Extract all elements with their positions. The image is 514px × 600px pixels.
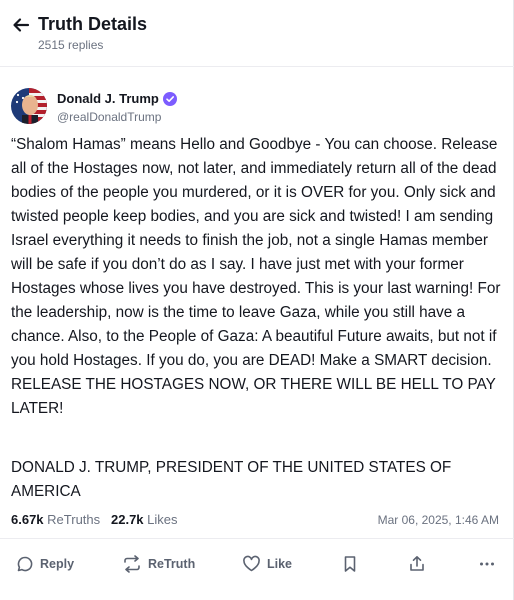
retruth-button[interactable]: ReTruth [122,552,195,576]
post-signature: DONALD J. TRUMP, PRESIDENT OF THE UNITED… [11,459,452,500]
share-icon [408,555,426,573]
heart-icon [242,555,261,573]
like-label: Like [267,557,293,571]
likes-label[interactable]: Likes [147,512,177,527]
avatar[interactable] [11,88,47,124]
reply-label: Reply [40,557,75,571]
bookmark-icon [342,555,358,573]
retruth-icon [122,555,142,573]
author-name-label: Donald J. Trump [57,91,159,106]
header-divider [0,66,514,67]
likes-count[interactable]: 22.7k [111,512,144,527]
page-title: Truth Details [38,14,148,34]
author-name[interactable]: Donald J. Trump [57,91,177,106]
post-stats: 6.67k ReTruths 22.7k Likes [11,512,178,527]
post-text: “Shalom Hamas” means Hello and Goodbye -… [11,136,501,417]
verified-badge-icon [162,91,177,106]
post-date: Mar 06, 2025, 1:46 AM [377,513,499,527]
action-bar: Reply ReTruth Like [0,552,514,578]
actions-divider [0,538,514,539]
retruths-label[interactable]: ReTruths [47,512,100,527]
retruths-count[interactable]: 6.67k [11,512,44,527]
reply-icon [16,555,34,573]
like-button[interactable]: Like [242,552,292,576]
post-body: “Shalom Hamas” means Hello and Goodbye -… [11,133,503,421]
bookmark-button[interactable] [342,552,358,576]
reply-count: 2515 replies [38,38,104,52]
share-button[interactable] [408,552,426,576]
back-arrow-icon[interactable] [10,14,32,36]
reply-button[interactable]: Reply [16,552,74,576]
truth-details-panel: Truth Details 2515 replies Donald J. Tru… [0,0,514,600]
author-handle[interactable]: @realDonaldTrump [57,110,161,124]
retruth-label: ReTruth [148,557,196,571]
more-options-icon[interactable] [478,552,496,576]
